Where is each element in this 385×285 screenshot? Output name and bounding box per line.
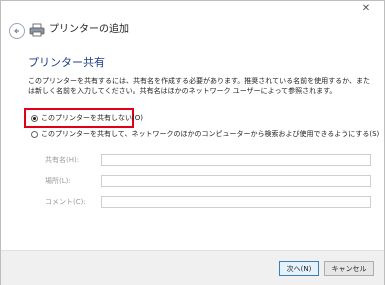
close-icon: ✕ bbox=[361, 3, 371, 14]
location-field[interactable] bbox=[101, 175, 371, 187]
radio-share-label: このプリンターを共有して、ネットワークのほかのコンピューターから検索および使用で… bbox=[41, 130, 380, 138]
radio-no-share[interactable]: このプリンターを共有しない(O) bbox=[31, 113, 143, 123]
window-title: プリンターの追加 bbox=[49, 24, 129, 35]
page-heading: プリンター共有 bbox=[28, 56, 105, 69]
title-bar: プリンターの追加 bbox=[1, 19, 384, 45]
cancel-button[interactable]: キャンセル bbox=[324, 261, 374, 276]
page-description: このプリンターを共有するには、共有名を作成する必要があります。推奨されている名前… bbox=[28, 77, 370, 95]
next-button[interactable]: 次へ(N) bbox=[279, 261, 319, 276]
radio-share[interactable]: このプリンターを共有して、ネットワークのほかのコンピューターから検索および使用で… bbox=[31, 129, 379, 139]
comment-label: コメント(C): bbox=[45, 198, 86, 206]
radio-no-share-label: このプリンターを共有しない(O) bbox=[41, 114, 143, 122]
arrow-left-icon bbox=[14, 28, 19, 34]
radio-button-selected[interactable] bbox=[31, 114, 38, 122]
add-printer-window: ✕ プリンターの追加 プリンター共有 このプリンターを共有するには、共有名を作成… bbox=[0, 0, 385, 285]
button-bar: 次へ(N) キャンセル bbox=[1, 250, 384, 285]
back-button[interactable] bbox=[9, 23, 25, 39]
share-name-field[interactable] bbox=[101, 154, 371, 166]
location-label: 場所(L): bbox=[45, 177, 71, 185]
close-button[interactable]: ✕ bbox=[352, 1, 380, 16]
comment-field[interactable] bbox=[101, 196, 371, 208]
share-name-label: 共有名(H): bbox=[45, 156, 80, 164]
printer-icon bbox=[29, 23, 45, 37]
radio-button[interactable] bbox=[31, 130, 38, 138]
